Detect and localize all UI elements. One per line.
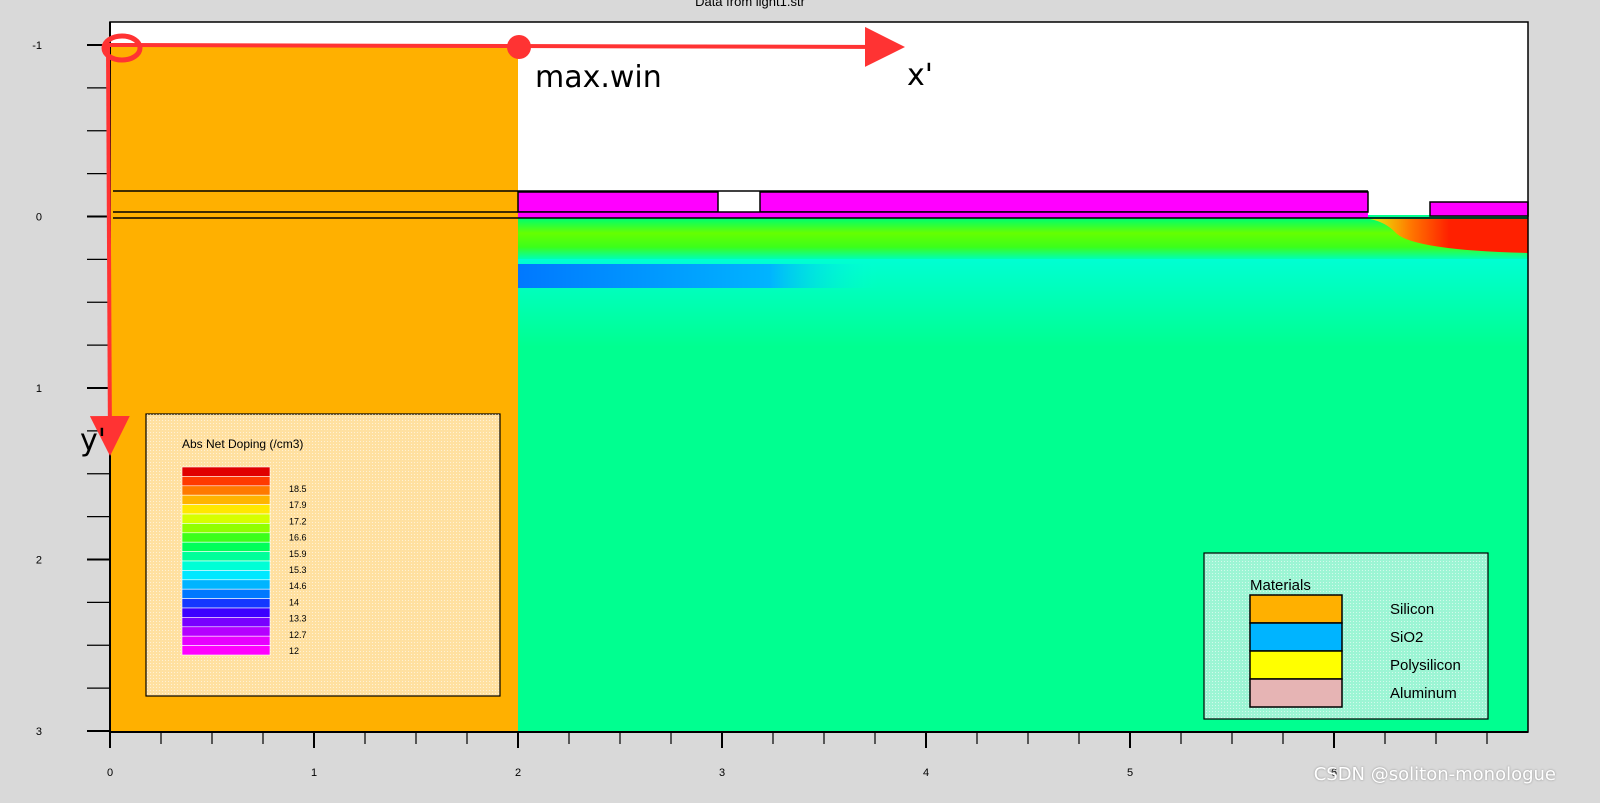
magenta-layer-3 [1429, 201, 1529, 217]
doping-color-swatch [181, 588, 271, 599]
x-tick-label: 1 [311, 767, 317, 779]
material-swatch [1249, 594, 1343, 624]
x-tick-label: 4 [923, 767, 929, 779]
doping-legend-value: 17.2 [289, 516, 307, 526]
y-tick-label: 2 [36, 555, 42, 567]
blue-implant-band [518, 264, 878, 288]
doping-color-swatch [181, 645, 271, 656]
material-label: SiO2 [1390, 629, 1423, 646]
doping-color-swatch [181, 551, 271, 562]
y-prime-label: y' [80, 423, 106, 458]
material-swatch [1249, 678, 1343, 708]
doping-legend-value: 13.3 [289, 614, 307, 624]
doping-color-swatch [181, 523, 271, 534]
chart-title: Data from light1.str [695, 0, 805, 9]
doping-color-swatch [181, 607, 271, 618]
doping-color-swatch [181, 579, 271, 590]
y-axis: -1 0 1 2 3 [32, 22, 111, 738]
doping-color-swatch [181, 570, 271, 581]
x-prime-arrow [104, 26, 905, 67]
materials-legend-title: Materials [1250, 577, 1311, 594]
doping-color-swatch [181, 494, 271, 505]
doping-color-swatch [181, 541, 271, 552]
doping-color-swatch [181, 635, 271, 646]
doping-color-swatch [181, 476, 271, 487]
doping-legend: Abs Net Doping (/cm3) 18.5 17.9 17.2 16.6 15… [145, 413, 501, 697]
y-prime-arrow [89, 44, 130, 456]
material-label: Aluminum [1390, 685, 1457, 702]
doping-legend-title: Abs Net Doping (/cm3) [182, 437, 303, 451]
watermark-text: CSDN @soliton-monologue [1313, 764, 1556, 785]
doping-legend-value: 15.9 [289, 549, 307, 559]
x-prime-label: x' [907, 58, 933, 93]
doping-color-swatch [181, 617, 271, 628]
material-label: Silicon [1390, 601, 1434, 618]
max-win-label: max.win [535, 60, 662, 95]
doping-legend-value: 18.5 [289, 484, 307, 494]
material-swatch [1249, 650, 1343, 680]
doping-color-swatch [181, 626, 271, 637]
magenta-base-layer [518, 212, 1368, 218]
x-tick-label: 2 [515, 767, 521, 779]
x-tick-label: 3 [719, 767, 725, 779]
materials-legend: Materials Silicon SiO2 Polysilicon Aluminum [1203, 552, 1489, 720]
material-swatch [1249, 622, 1343, 652]
doping-legend-value: 17.9 [289, 500, 307, 510]
doping-color-swatch [181, 466, 271, 477]
x-tick-label: 0 [107, 767, 113, 779]
max-win-point [507, 35, 531, 59]
x-tick-label: 5 [1127, 767, 1133, 779]
surface-green-band [518, 219, 1528, 259]
magenta-layer-2 [759, 191, 1369, 213]
magenta-layer-1 [517, 191, 719, 213]
doping-color-swatch [181, 504, 271, 515]
y-tick-label: 0 [36, 212, 42, 224]
material-label: Polysilicon [1390, 657, 1461, 674]
y-tick-label: 3 [36, 726, 42, 738]
doping-color-swatch [181, 485, 271, 496]
doping-color-swatch [181, 532, 271, 543]
doping-color-swatch [181, 598, 271, 609]
device-structure-plot: Data from light1.str -10123 0123456 Abs … [32, 0, 1529, 779]
doping-color-swatch [181, 560, 271, 571]
doping-legend-value: 14 [289, 597, 299, 607]
doping-legend-value: 15.3 [289, 565, 307, 575]
doping-legend-value: 14.6 [289, 581, 307, 591]
doping-legend-value: 12 [289, 646, 299, 656]
doping-color-swatch [181, 513, 271, 524]
doping-legend-value: 16.6 [289, 533, 307, 543]
y-tick-label: -1 [32, 40, 42, 52]
doping-legend-value: 12.7 [289, 630, 307, 640]
y-tick-label: 1 [36, 383, 42, 395]
